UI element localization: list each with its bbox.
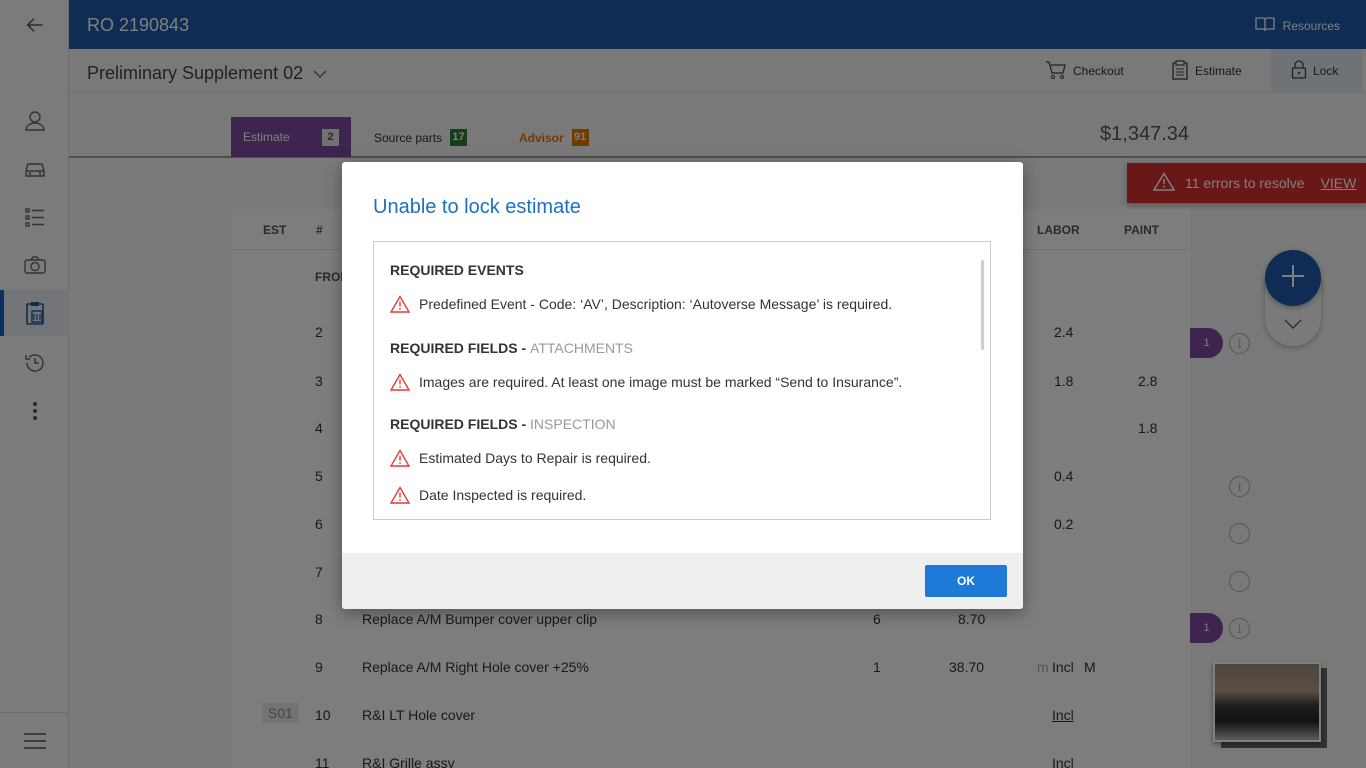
section-heading-text: REQUIRED EVENTS — [390, 262, 524, 278]
error-message-text: Date Inspected is required. — [419, 487, 587, 503]
section-heading-text: REQUIRED FIELDS - — [390, 340, 531, 356]
section-heading: REQUIRED EVENTS — [390, 262, 524, 278]
lock-error-dialog: Unable to lock estimate REQUIRED EVENTS … — [342, 162, 1023, 609]
error-message: Estimated Days to Repair is required. — [390, 449, 651, 467]
error-message: Date Inspected is required. — [390, 486, 586, 504]
error-message: Images are required. At least one image … — [390, 373, 902, 391]
section-subheading: INSPECTION — [530, 416, 616, 432]
warning-icon — [390, 373, 410, 391]
error-message-text: Images are required. At least one image … — [419, 374, 903, 390]
section-subheading: ATTACHMENTS — [530, 340, 633, 356]
error-message-text: Predefined Event - Code: ‘AV’, Descripti… — [419, 296, 893, 312]
warning-icon — [390, 486, 410, 504]
section-heading: REQUIRED FIELDS - ATTACHMENTS — [390, 340, 633, 356]
section-heading-text: REQUIRED FIELDS - — [390, 416, 531, 432]
error-list: REQUIRED EVENTS Predefined Event - Code:… — [373, 241, 991, 520]
scrollbar[interactable] — [981, 260, 984, 350]
error-message: Predefined Event - Code: ‘AV’, Descripti… — [390, 295, 892, 313]
section-heading: REQUIRED FIELDS - INSPECTION — [390, 416, 616, 432]
dialog-footer: OK — [342, 553, 1023, 609]
warning-icon — [390, 449, 410, 467]
ok-button[interactable]: OK — [925, 565, 1007, 597]
dialog-title: Unable to lock estimate — [373, 196, 581, 218]
warning-icon — [390, 295, 410, 313]
error-message-text: Estimated Days to Repair is required. — [419, 450, 651, 466]
